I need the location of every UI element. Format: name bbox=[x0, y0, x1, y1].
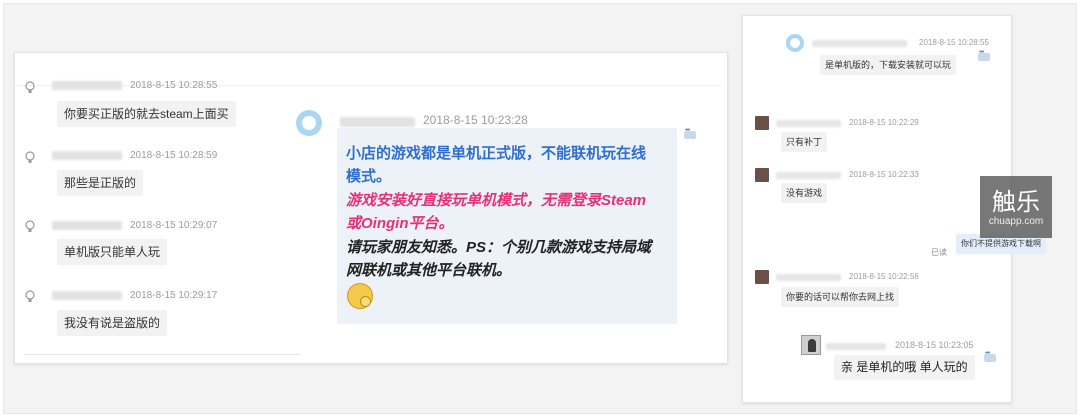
sender-name-redacted bbox=[776, 172, 841, 179]
sender-name-redacted bbox=[52, 151, 122, 160]
lightbulb-icon bbox=[25, 220, 35, 232]
announcement-line: 或Oingin平台。 bbox=[346, 215, 454, 232]
more-options-icon[interactable] bbox=[978, 49, 990, 61]
message-bubble: 只有补丁 bbox=[781, 132, 828, 152]
message-bubble: 单机版只能单人玩 bbox=[57, 239, 168, 265]
message-timestamp: 2018-8-15 10:23:28 bbox=[423, 113, 528, 127]
message-timestamp: 2018-8-15 10:22:29 bbox=[849, 118, 919, 127]
sender-name-redacted bbox=[812, 40, 907, 47]
message-timestamp: 2018-8-15 10:28:55 bbox=[130, 80, 218, 91]
announcement-line: 模式。 bbox=[346, 168, 392, 185]
message-bubble: 你要买正版的就去steam上面买 bbox=[57, 101, 236, 127]
message-timestamp: 2018-8-15 10:28:59 bbox=[130, 150, 218, 161]
more-options-icon[interactable] bbox=[684, 127, 696, 139]
message-bubble: 你要的话可以帮你去网上找 bbox=[781, 287, 900, 307]
buyer-avatar[interactable] bbox=[755, 168, 769, 182]
sender-name-redacted bbox=[52, 81, 122, 90]
buyer-avatar[interactable] bbox=[755, 270, 769, 284]
more-options-icon[interactable] bbox=[984, 350, 996, 362]
sender-name-redacted bbox=[826, 343, 886, 350]
message-bubble: 那些是正版的 bbox=[57, 170, 144, 196]
message-timestamp: 2018-8-15 10:22:56 bbox=[849, 272, 919, 281]
message-timestamp: 2018-8-15 10:29:07 bbox=[130, 220, 218, 231]
sender-name-redacted bbox=[776, 120, 841, 127]
seller-avatar[interactable] bbox=[801, 335, 821, 355]
sender-name-redacted bbox=[340, 117, 415, 127]
sender-name-redacted bbox=[776, 274, 841, 281]
message-bubble: 是单机版的，下载安装就可以玩 bbox=[820, 55, 957, 75]
sender-name-redacted bbox=[52, 291, 122, 300]
thinking-face-emoji bbox=[347, 283, 373, 309]
message-bubble: 亲 是单机的哦 单人玩的 bbox=[834, 355, 975, 380]
seller-avatar[interactable] bbox=[786, 34, 804, 52]
announcement-line: 小店的游戏都是单机正式版，不能联机玩在线 bbox=[346, 145, 647, 162]
watermark-logo-text: 触乐 bbox=[992, 188, 1040, 216]
lightbulb-icon bbox=[25, 290, 35, 302]
seller-avatar[interactable] bbox=[296, 110, 322, 136]
read-status: 已读 bbox=[931, 248, 947, 257]
message-timestamp: 2018-8-15 10:29:17 bbox=[130, 290, 218, 301]
announcement-line: 网联机或其他平台联机。 bbox=[346, 262, 512, 279]
message-timestamp: 2018-8-15 10:28:55 bbox=[919, 38, 989, 47]
message-timestamp: 2018-8-15 10:23:05 bbox=[895, 340, 974, 350]
announcement-line: 游戏安装好直接玩单机模式，无需登录Steam bbox=[346, 192, 647, 209]
message-bubble: 我没有说是盗版的 bbox=[57, 310, 168, 336]
message-bubble: 没有游戏 bbox=[781, 183, 828, 203]
buyer-avatar[interactable] bbox=[755, 116, 769, 130]
divider bbox=[25, 354, 301, 355]
announcement-line: 请玩家朋友知悉。PS：个别几款游戏支持局域 bbox=[346, 239, 652, 256]
sender-name-redacted bbox=[52, 221, 122, 230]
chuapp-watermark: 触乐 chuapp.com bbox=[980, 176, 1052, 238]
watermark-url: chuapp.com bbox=[988, 216, 1044, 227]
lightbulb-icon bbox=[25, 81, 35, 93]
message-timestamp: 2018-8-15 10:22:33 bbox=[849, 170, 919, 179]
lightbulb-icon bbox=[25, 151, 35, 163]
